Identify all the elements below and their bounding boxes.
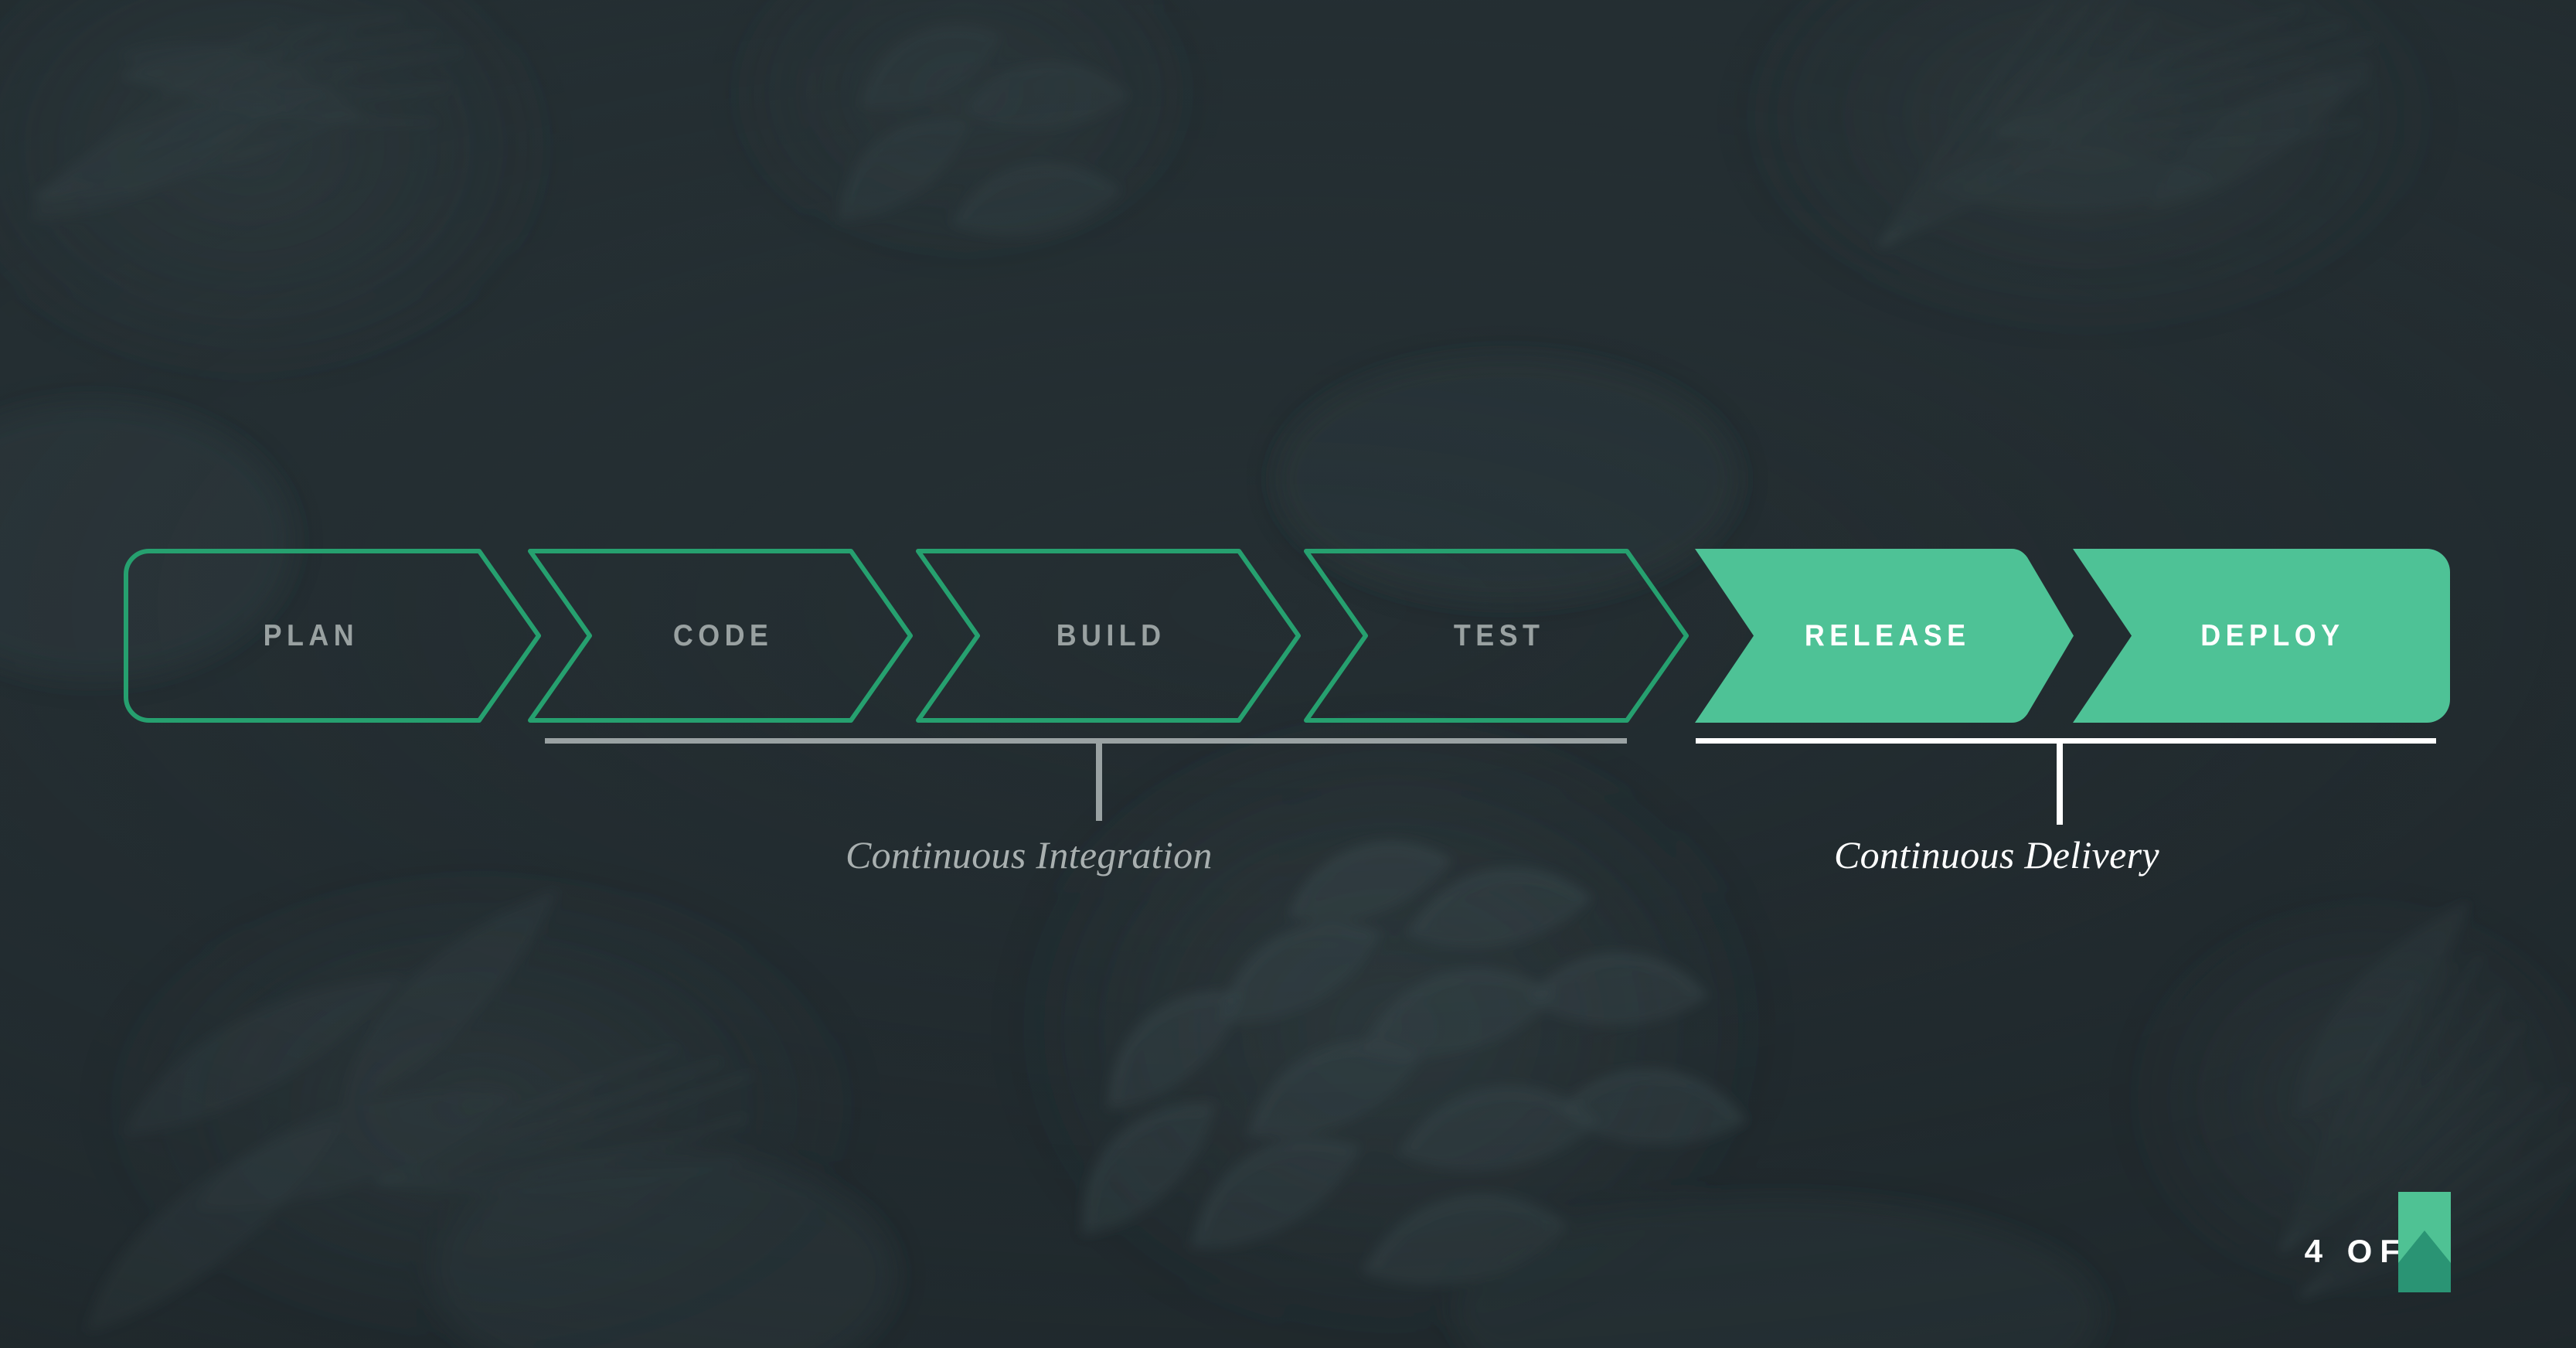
release-chevron-shape xyxy=(1695,549,2074,723)
pipeline-stage-plan[interactable]: PLAN xyxy=(124,549,541,723)
continuous-integration-rule xyxy=(545,738,1627,744)
mountain-logo-shape xyxy=(2398,1192,2451,1292)
pipeline-stage-release[interactable]: RELEASE xyxy=(1687,549,2074,723)
continuous-delivery-rule xyxy=(1696,738,2436,744)
pipeline-stage-deploy[interactable]: DEPLOY xyxy=(2065,549,2452,723)
slide-canvas: PLAN CODE BUILD TEST RELEASE DEPLOY Cont… xyxy=(0,0,2576,1348)
code-chevron-shape xyxy=(528,549,913,723)
devops-pipeline: PLAN CODE BUILD TEST RELEASE DEPLOY xyxy=(0,549,2576,723)
test-chevron-shape xyxy=(1304,549,1689,723)
build-chevron-shape xyxy=(916,549,1301,723)
continuous-delivery-tick xyxy=(2057,744,2063,825)
continuous-integration-caption: Continuous Integration xyxy=(846,833,1213,877)
deploy-chevron-shape xyxy=(2073,549,2450,723)
continuous-integration-tick xyxy=(1096,744,1102,821)
pipeline-stage-test[interactable]: TEST xyxy=(1302,549,1689,723)
mountain-logo xyxy=(2398,1192,2451,1292)
pipeline-stage-build[interactable]: BUILD xyxy=(914,549,1301,723)
pipeline-stage-code[interactable]: CODE xyxy=(526,549,913,723)
continuous-delivery-caption: Continuous Delivery xyxy=(1834,833,2159,877)
plan-chevron-shape xyxy=(124,549,541,723)
